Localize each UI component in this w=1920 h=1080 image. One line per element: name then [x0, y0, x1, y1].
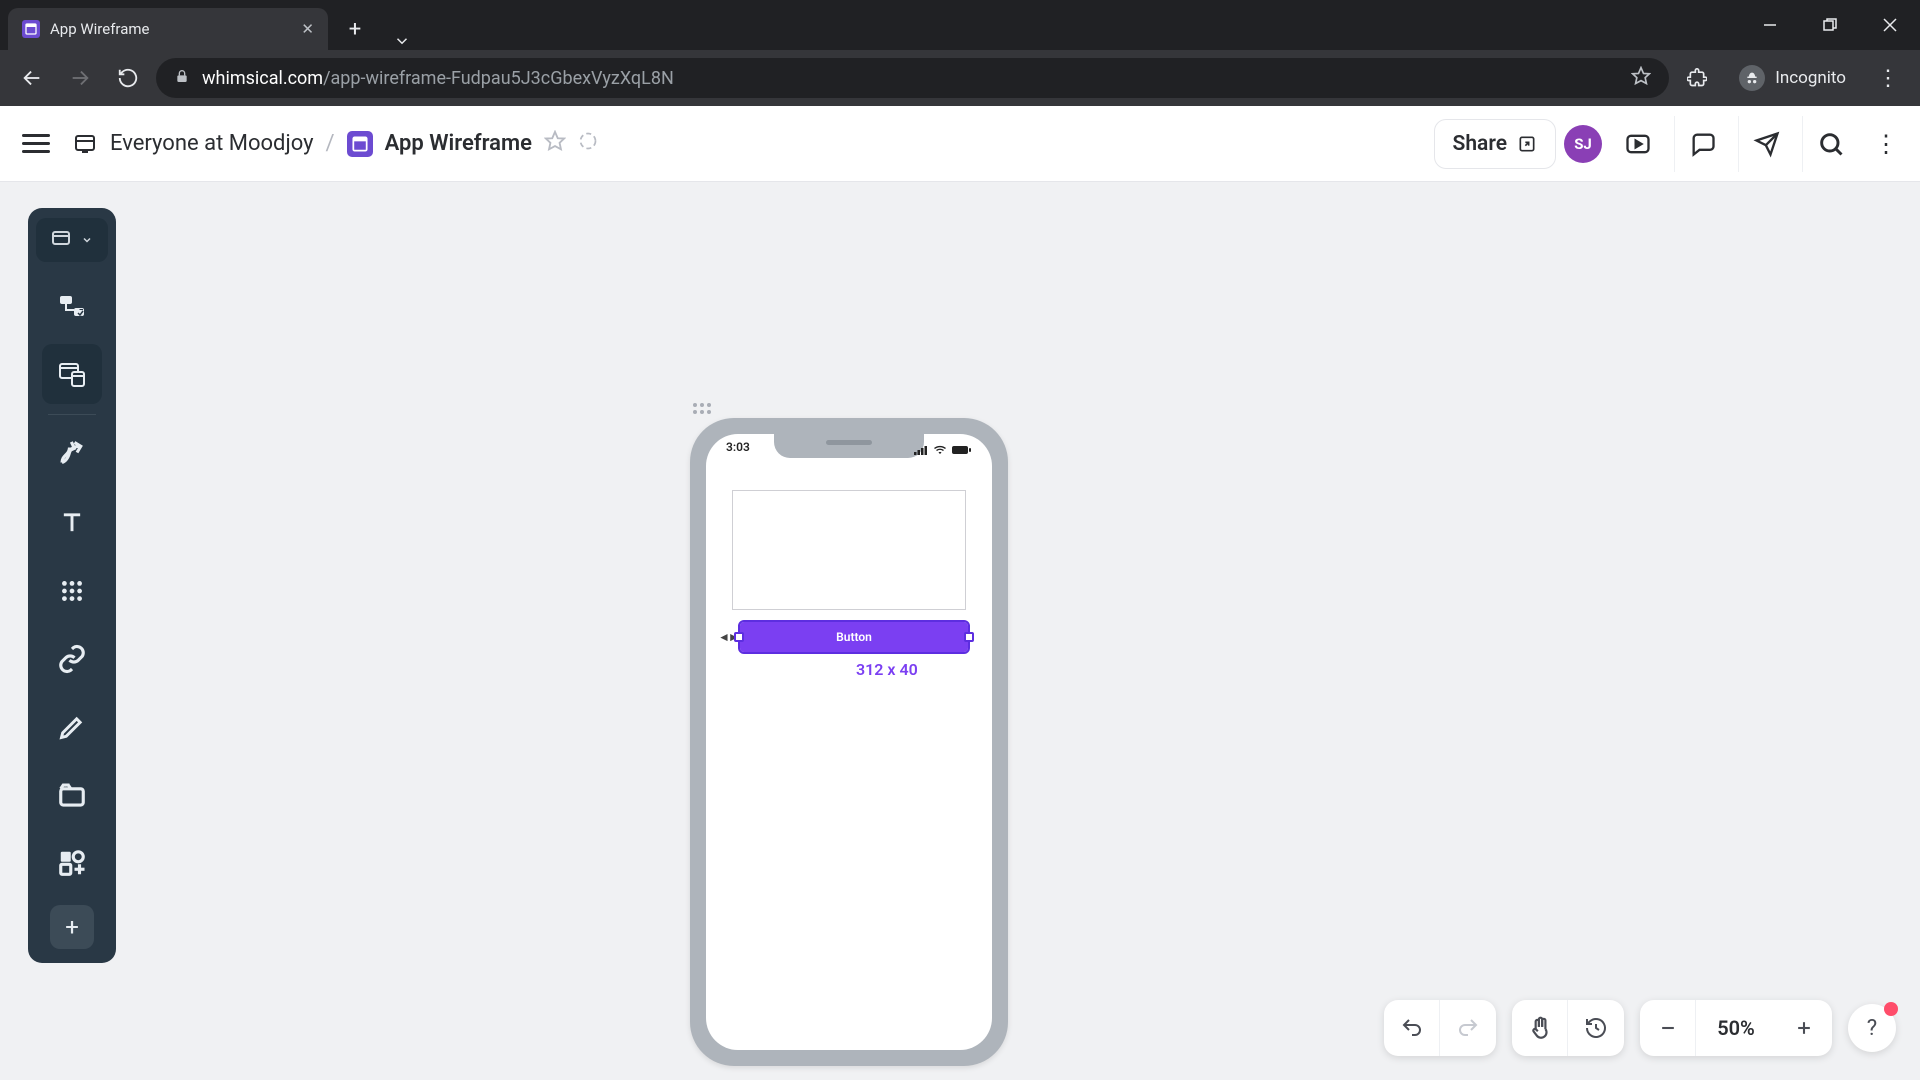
wireframe-button[interactable]: ◄► Button	[740, 622, 968, 652]
app-header: Everyone at Moodjoy / App Wireframe Shar…	[0, 106, 1920, 182]
back-button[interactable]	[12, 58, 52, 98]
redo-button[interactable]	[1440, 1000, 1496, 1056]
comments-button[interactable]	[1674, 116, 1730, 172]
new-tab-button[interactable]: +	[338, 12, 372, 46]
signal-icon	[914, 445, 928, 455]
send-button[interactable]	[1738, 116, 1794, 172]
zoom-level[interactable]: 50%	[1696, 1016, 1776, 1040]
share-label: Share	[1453, 132, 1507, 156]
wireframe-rectangle[interactable]	[732, 490, 966, 610]
selection-handle-left[interactable]	[734, 632, 744, 642]
help-button[interactable]: ?	[1848, 1004, 1896, 1052]
user-avatar[interactable]: SJ	[1564, 125, 1602, 163]
undo-button[interactable]	[1384, 1000, 1440, 1056]
incognito-icon	[1739, 65, 1765, 91]
notification-dot	[1884, 1002, 1898, 1016]
incognito-label: Incognito	[1775, 68, 1846, 88]
share-arrow-icon	[1517, 134, 1537, 154]
bookmark-star-icon[interactable]	[1631, 66, 1651, 91]
workspace-name[interactable]: Everyone at Moodjoy	[110, 131, 314, 156]
phone-frame[interactable]: 3:03 ◄► Button 312 x 40	[690, 418, 1008, 1066]
browser-menu-icon[interactable]: ⋮	[1868, 58, 1908, 98]
version-history-button[interactable]	[1568, 1000, 1624, 1056]
browser-tabstrip: App Wireframe ✕ +	[0, 0, 1920, 50]
address-bar[interactable]: whimsical.com/app-wireframe-Fudpau5J3cGb…	[156, 58, 1669, 98]
url-text: whimsical.com/app-wireframe-Fudpau5J3cGb…	[202, 68, 674, 89]
battery-icon	[952, 445, 972, 455]
header-actions: Share SJ ⋮	[1434, 116, 1906, 172]
app-more-menu-icon[interactable]: ⋮	[1866, 130, 1906, 158]
sync-status-icon[interactable]	[578, 131, 598, 157]
pan-hand-button[interactable]	[1512, 1000, 1568, 1056]
close-tab-icon[interactable]: ✕	[301, 20, 314, 38]
reload-button[interactable]	[108, 58, 148, 98]
zoom-in-button[interactable]	[1776, 1000, 1832, 1056]
document-icon	[347, 131, 373, 157]
search-button[interactable]	[1802, 116, 1858, 172]
lock-icon	[174, 68, 190, 89]
breadcrumb-separator: /	[326, 131, 335, 156]
breadcrumb: Everyone at Moodjoy / App Wireframe	[72, 130, 598, 158]
forward-button[interactable]	[60, 58, 100, 98]
selection-dimensions: 312 x 40	[856, 660, 918, 679]
status-time: 3:03	[726, 440, 750, 460]
present-button[interactable]	[1610, 116, 1666, 172]
maximize-icon[interactable]	[1800, 0, 1860, 50]
browser-tab[interactable]: App Wireframe ✕	[8, 8, 328, 50]
canvas-controls: 50% ?	[1384, 1000, 1896, 1056]
browser-toolbar: whimsical.com/app-wireframe-Fudpau5J3cGb…	[0, 50, 1920, 106]
tab-title: App Wireframe	[50, 20, 149, 38]
wifi-icon	[933, 445, 947, 455]
main-menu-button[interactable]	[14, 122, 58, 166]
workspace-icon	[72, 131, 98, 157]
app-viewport: Everyone at Moodjoy / App Wireframe Shar…	[0, 106, 1920, 1080]
url-path: /app-wireframe-Fudpau5J3cGbexVyzXqL8N	[323, 68, 674, 89]
document-name[interactable]: App Wireframe	[385, 131, 532, 156]
minimize-icon[interactable]	[1740, 0, 1800, 50]
incognito-indicator[interactable]: Incognito	[1725, 58, 1860, 98]
phone-status-bar: 3:03	[706, 440, 992, 460]
history-controls	[1384, 1000, 1496, 1056]
url-host: whimsical.com	[202, 68, 323, 89]
wireframe-button-label: Button	[836, 630, 872, 644]
zoom-controls: 50%	[1640, 1000, 1832, 1056]
close-window-icon[interactable]	[1860, 0, 1920, 50]
view-controls	[1512, 1000, 1624, 1056]
favorite-star-icon[interactable]	[544, 130, 566, 158]
avatar-initials: SJ	[1574, 135, 1592, 153]
selection-handle-right[interactable]	[964, 632, 974, 642]
extensions-icon[interactable]	[1677, 58, 1717, 98]
frame-drag-handle[interactable]	[693, 403, 711, 414]
tab-favicon	[22, 20, 40, 38]
canvas[interactable]: 3:03 ◄► Button 312 x 40	[0, 182, 1920, 1080]
window-controls	[1740, 0, 1920, 50]
tab-search-icon[interactable]	[372, 32, 432, 50]
phone-screen: 3:03 ◄► Button 312 x 40	[706, 434, 992, 1050]
share-button[interactable]: Share	[1434, 119, 1556, 169]
zoom-out-button[interactable]	[1640, 1000, 1696, 1056]
